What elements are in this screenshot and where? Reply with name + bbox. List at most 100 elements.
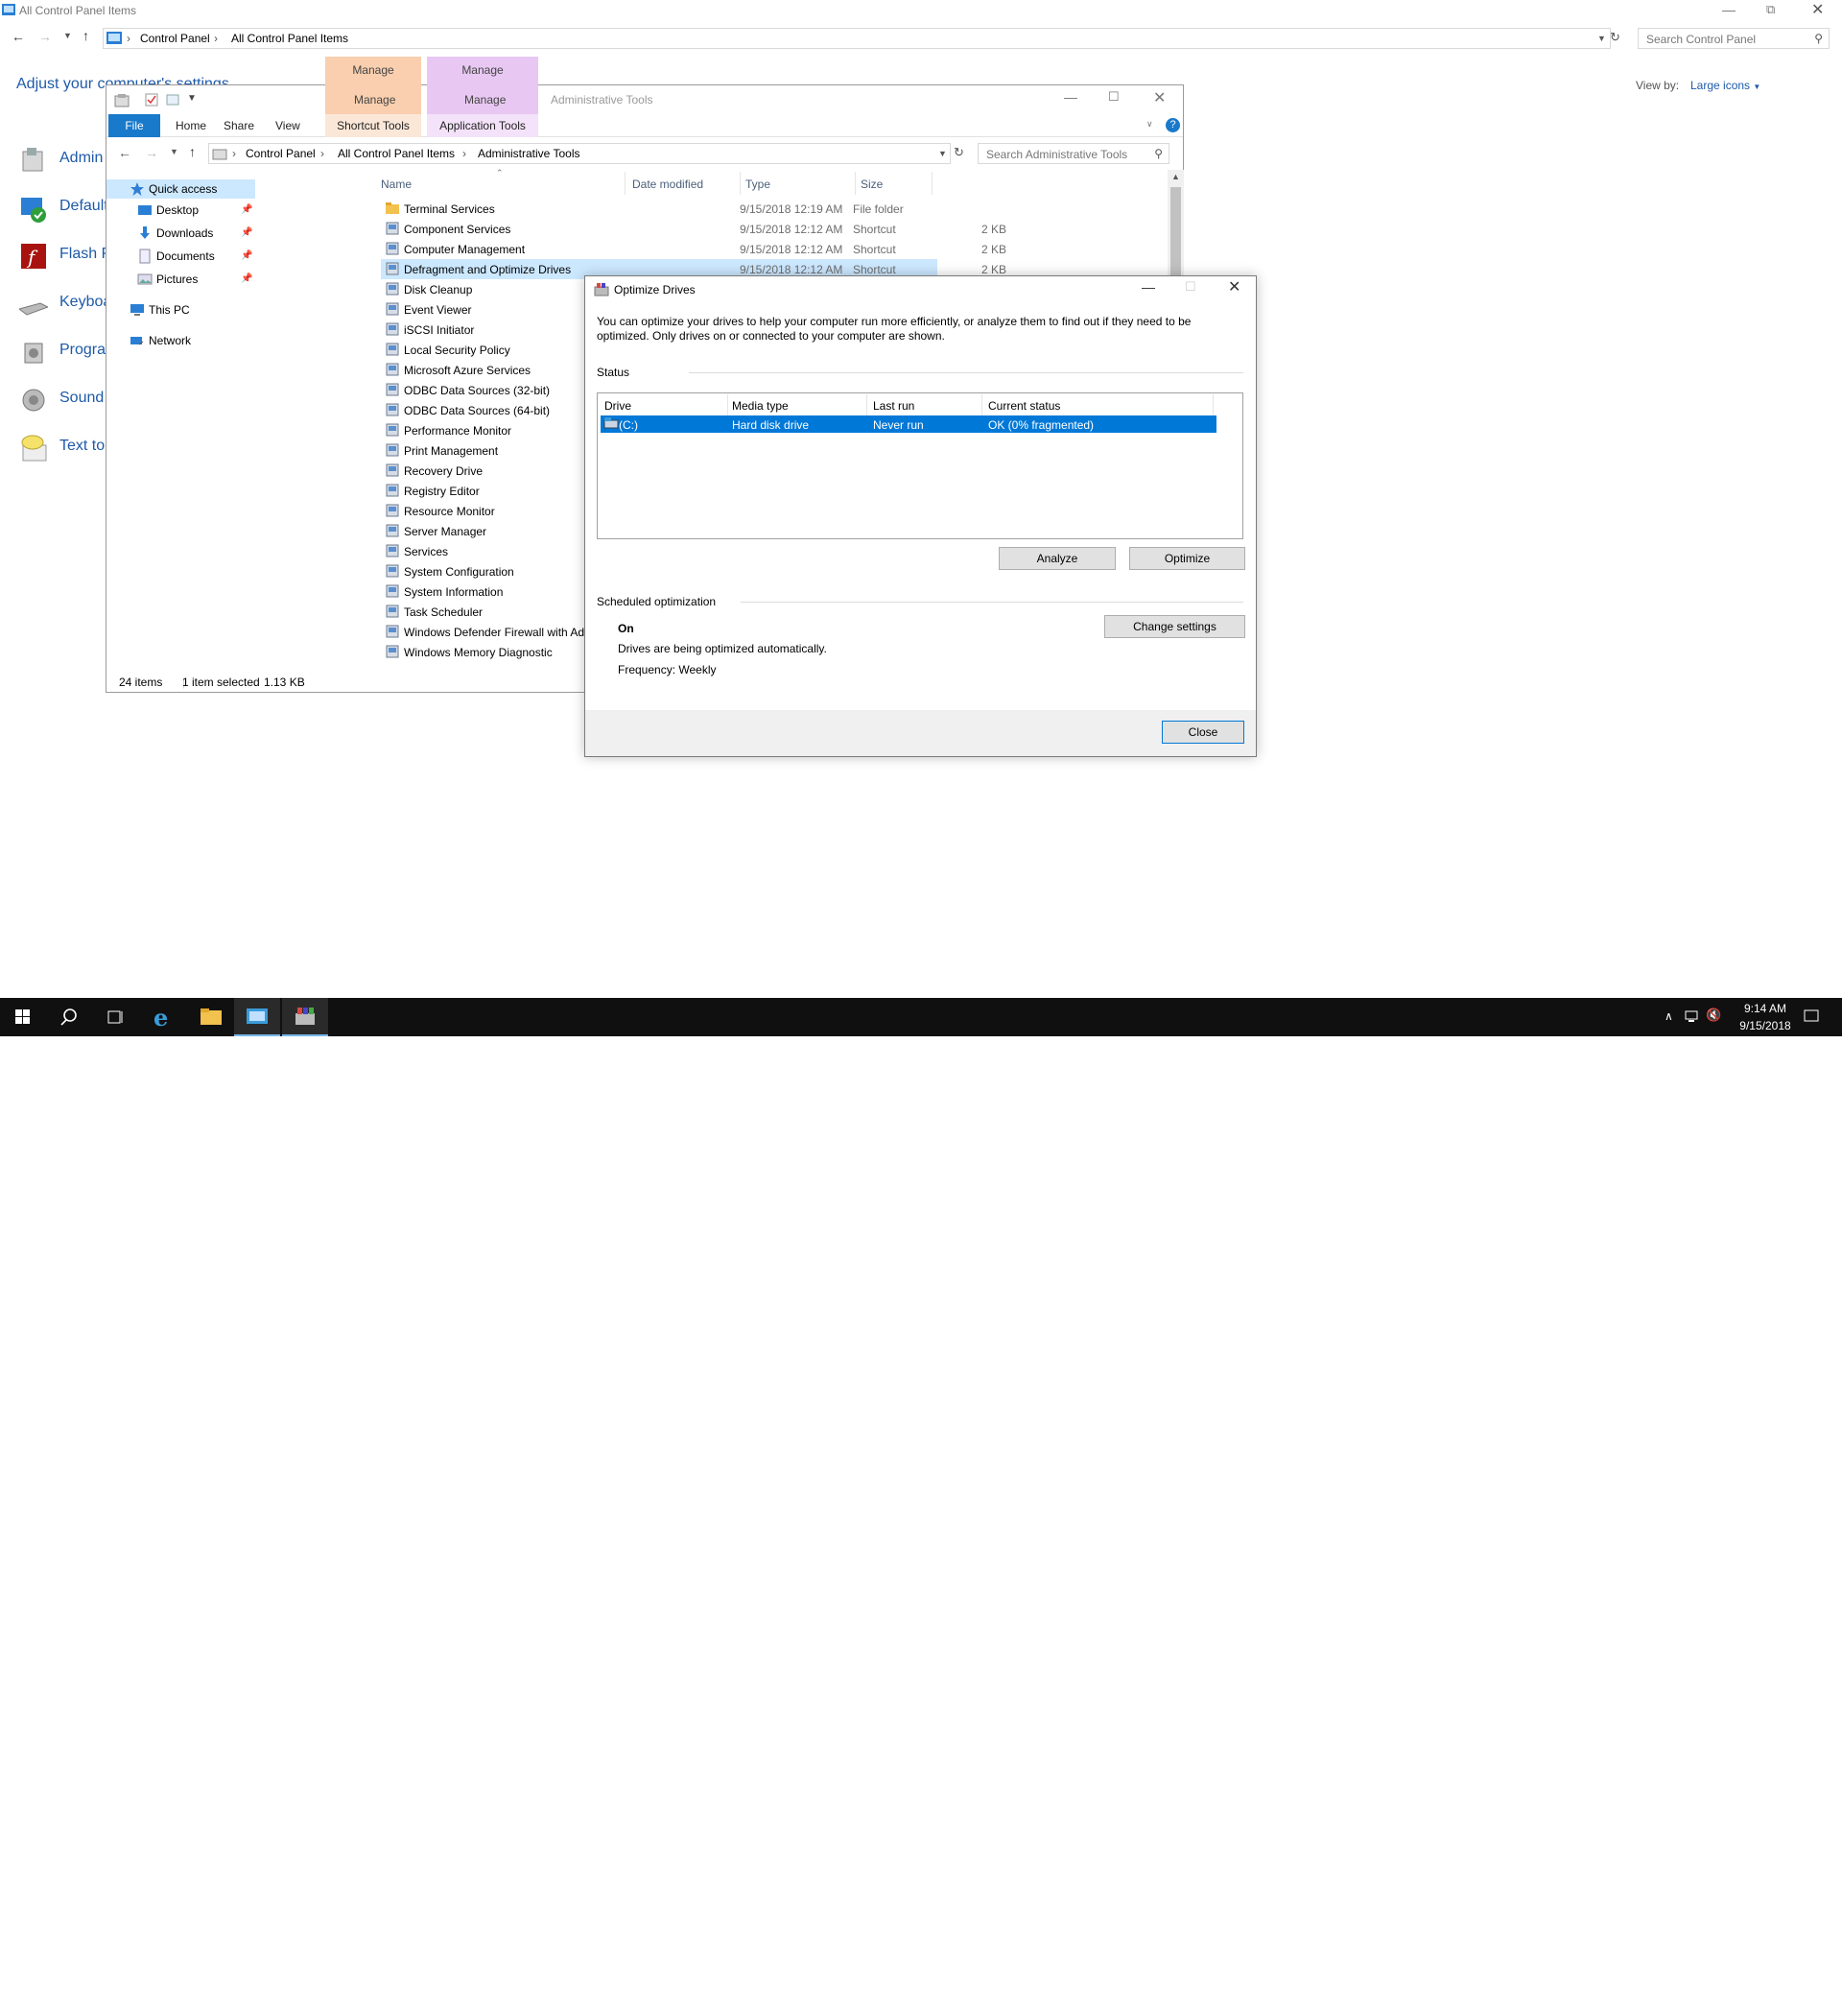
context-tab-manage-shortcut[interactable]: Manage <box>325 57 421 85</box>
maximize-button[interactable]: ☐ <box>1185 279 1196 295</box>
change-settings-button[interactable]: Change settings <box>1104 615 1245 638</box>
shortcut-icon <box>385 503 400 518</box>
file-date-modified: 9/15/2018 12:19 AM <box>740 202 843 216</box>
nav-quick-access[interactable]: Quick access <box>106 179 255 199</box>
close-dialog-button[interactable]: Close <box>1162 721 1244 744</box>
network-tray-icon[interactable] <box>1685 1009 1700 1023</box>
volume-muted-icon[interactable]: 🔇 <box>1706 1008 1721 1023</box>
refresh-button[interactable]: ↻ <box>1610 30 1620 45</box>
column-separator[interactable] <box>866 394 867 415</box>
column-header-current-status[interactable]: Current status <box>988 399 1060 413</box>
clock-time[interactable]: 9:14 AM <box>1727 1002 1804 1015</box>
svg-text:e: e <box>154 1004 168 1032</box>
view-by-dropdown[interactable]: Large icons ▼ <box>1690 79 1760 92</box>
column-header-last-run[interactable]: Last run <box>873 399 914 413</box>
context-tab-manage-application[interactable]: Manage <box>427 57 538 85</box>
breadcrumb-control-panel[interactable]: Control Panel <box>140 32 210 45</box>
column-header-type[interactable]: Type <box>745 178 770 191</box>
breadcrumb-control-panel[interactable]: Control Panel <box>246 147 316 160</box>
back-button[interactable]: ← <box>12 29 25 44</box>
start-button[interactable] <box>0 998 46 1036</box>
optimize-button[interactable]: Optimize <box>1129 547 1245 570</box>
forward-button[interactable]: → <box>145 145 158 160</box>
internet-explorer-icon[interactable]: e <box>140 998 186 1036</box>
nav-downloads[interactable]: Downloads 📌 <box>106 224 255 243</box>
file-row[interactable]: Component Services 9/15/2018 12:12 AM Shor… <box>381 219 1006 239</box>
minimize-button[interactable]: — <box>1142 279 1155 295</box>
tab-manage-shortcut[interactable]: Manage <box>354 93 395 107</box>
nav-this-pc[interactable]: This PC <box>106 300 255 320</box>
breadcrumb-all-items[interactable]: All Control Panel Items <box>338 147 455 160</box>
file-name: Print Management <box>404 444 499 458</box>
breadcrumb-admin-tools[interactable]: Administrative Tools <box>478 147 580 160</box>
nav-pictures[interactable]: Pictures 📌 <box>106 270 255 289</box>
breadcrumb-all-items[interactable]: All Control Panel Items <box>231 32 348 45</box>
refresh-button[interactable]: ↻ <box>954 145 964 160</box>
task-view-icon[interactable] <box>92 998 138 1036</box>
up-button[interactable]: ↑ <box>83 28 89 43</box>
file-row[interactable]: Computer Management 9/15/2018 12:12 AM Sho… <box>381 239 1006 259</box>
column-header-size[interactable]: Size <box>861 178 883 191</box>
column-separator[interactable] <box>932 172 933 195</box>
close-button[interactable]: ✕ <box>1811 0 1824 19</box>
control-panel-taskbar-icon[interactable] <box>234 998 280 1036</box>
maximize-button[interactable]: ☐ <box>1108 89 1120 105</box>
file-explorer-icon[interactable] <box>188 998 234 1036</box>
action-center-icon[interactable] <box>1804 1008 1819 1024</box>
recent-locations-button[interactable]: ▼ <box>63 31 72 40</box>
clock-date[interactable]: 9/15/2018 <box>1727 1019 1804 1032</box>
network-icon <box>130 333 145 348</box>
new-folder-icon[interactable] <box>166 93 179 107</box>
close-button[interactable]: ✕ <box>1153 88 1166 107</box>
address-dropdown-button[interactable]: ▼ <box>1597 34 1606 43</box>
show-hidden-icons[interactable]: ∧ <box>1665 1009 1673 1023</box>
column-header-name[interactable]: Name <box>381 178 412 191</box>
analyze-button[interactable]: Analyze <box>999 547 1116 570</box>
tab-shortcut-tools[interactable]: Shortcut Tools <box>325 114 421 137</box>
breadcrumb-separator: › <box>320 147 324 160</box>
column-separator[interactable] <box>740 172 741 195</box>
search-input[interactable]: Search Control Panel ⚲ <box>1638 28 1830 49</box>
nav-desktop[interactable]: Desktop 📌 <box>106 201 255 220</box>
nav-documents[interactable]: Documents 📌 <box>106 247 255 266</box>
column-separator[interactable] <box>727 394 728 415</box>
column-separator[interactable] <box>981 394 982 415</box>
close-button[interactable]: ✕ <box>1228 277 1240 296</box>
tab-share[interactable]: Share <box>214 114 264 137</box>
search-icon[interactable] <box>46 998 92 1036</box>
tab-file[interactable]: File <box>108 114 160 137</box>
file-row[interactable]: Terminal Services 9/15/2018 12:19 AM File … <box>381 199 937 219</box>
tab-view[interactable]: View <box>266 114 310 137</box>
tab-manage-application[interactable]: Manage <box>464 93 506 107</box>
drive-row[interactable]: (C:) Hard disk drive Never run OK (0% fr… <box>601 415 1216 433</box>
minimize-button[interactable]: — <box>1064 89 1077 105</box>
column-header-date[interactable]: Date modified <box>632 178 703 191</box>
back-button[interactable]: ← <box>118 145 131 160</box>
tab-home[interactable]: Home <box>166 114 216 137</box>
optimize-drives-taskbar-icon[interactable] <box>282 998 328 1036</box>
address-bar[interactable]: › Control Panel › All Control Panel Item… <box>208 143 951 164</box>
recent-locations-button[interactable]: ▼ <box>170 147 178 156</box>
properties-icon[interactable] <box>145 93 158 107</box>
column-separator[interactable] <box>855 172 856 195</box>
help-icon[interactable]: ? <box>1166 118 1180 132</box>
address-bar[interactable]: › Control Panel › All Control Panel Item… <box>103 28 1611 49</box>
customize-toolbar-icon[interactable]: ▼ <box>187 93 197 104</box>
scroll-up-arrow[interactable]: ▲ <box>1171 172 1180 181</box>
tab-application-tools[interactable]: Application Tools <box>427 114 538 137</box>
column-separator[interactable] <box>1213 394 1214 415</box>
restore-button[interactable]: ⧉ <box>1766 2 1775 17</box>
nav-network[interactable]: Network <box>106 331 255 350</box>
up-button[interactable]: ↑ <box>189 144 196 159</box>
address-dropdown-button[interactable]: ▼ <box>938 149 947 158</box>
column-header-drive[interactable]: Drive <box>604 399 631 413</box>
column-header-media-type[interactable]: Media type <box>732 399 789 413</box>
drives-table[interactable]: Drive Media type Last run Current status… <box>597 392 1243 539</box>
column-separator[interactable] <box>625 172 626 195</box>
shortcut-icon <box>385 583 400 599</box>
dialog-footer: Close <box>585 710 1256 756</box>
minimize-button[interactable]: — <box>1722 2 1736 17</box>
expand-ribbon-button[interactable]: ∨ <box>1146 119 1153 130</box>
forward-button[interactable]: → <box>38 29 52 44</box>
search-input[interactable]: Search Administrative Tools ⚲ <box>978 143 1169 164</box>
